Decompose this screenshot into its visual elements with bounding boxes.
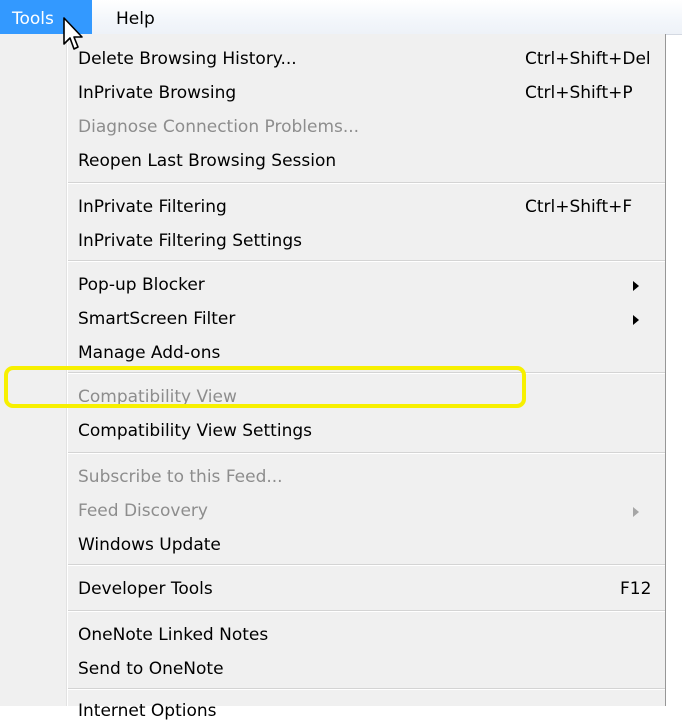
- menu-item-delete-browsing-history[interactable]: Delete Browsing History... Ctrl+Shift+De…: [0, 42, 665, 76]
- menu-separator: [68, 452, 665, 454]
- submenu-arrow-icon: [633, 281, 639, 291]
- menu-item-label: Pop-up Blocker: [78, 275, 205, 295]
- menu-item-windows-update[interactable]: Windows Update: [0, 528, 665, 562]
- menu-item-send-to-onenote[interactable]: Send to OneNote: [0, 652, 665, 686]
- menu-item-label: InPrivate Filtering: [78, 197, 227, 217]
- menu-separator: [68, 610, 665, 612]
- menu-item-feed-discovery: Feed Discovery: [0, 494, 665, 528]
- menu-item-shortcut: Ctrl+Shift+F: [525, 197, 633, 217]
- menu-separator: [68, 260, 665, 262]
- menu-item-label: Developer Tools: [78, 579, 213, 599]
- menu-item-label: Compatibility View Settings: [78, 421, 312, 441]
- menu-item-label: InPrivate Filtering Settings: [78, 231, 302, 251]
- menu-item-label: Send to OneNote: [78, 659, 224, 679]
- menu-item-reopen-last-browsing-session[interactable]: Reopen Last Browsing Session: [0, 144, 665, 178]
- menu-item-label: Subscribe to this Feed...: [78, 467, 283, 487]
- menu-item-label: OneNote Linked Notes: [78, 625, 269, 645]
- menu-item-popup-blocker[interactable]: Pop-up Blocker: [0, 268, 665, 302]
- menu-help[interactable]: Help: [106, 0, 165, 34]
- submenu-arrow-icon: [633, 507, 639, 517]
- menu-separator: [68, 182, 665, 184]
- menu-item-shortcut: F12: [620, 579, 652, 599]
- menu-item-smartscreen-filter[interactable]: SmartScreen Filter: [0, 302, 665, 336]
- menu-item-label: InPrivate Browsing: [78, 83, 237, 103]
- menu-item-label: SmartScreen Filter: [78, 309, 236, 329]
- menu-item-label: Feed Discovery: [78, 501, 208, 521]
- menu-separator: [68, 688, 665, 690]
- menu-item-label: Internet Options: [78, 701, 217, 721]
- menu-item-inprivate-browsing[interactable]: InPrivate Browsing Ctrl+Shift+P: [0, 76, 665, 110]
- menu-item-label: Delete Browsing History...: [78, 49, 297, 69]
- menu-item-shortcut: Ctrl+Shift+P: [525, 83, 633, 103]
- menu-item-developer-tools[interactable]: Developer Tools F12: [0, 572, 665, 606]
- highlight-annotation: [4, 366, 526, 408]
- menu-item-shortcut: Ctrl+Shift+Del: [525, 49, 651, 69]
- menu-item-inprivate-filtering-settings[interactable]: InPrivate Filtering Settings: [0, 224, 665, 258]
- mouse-pointer-icon: [63, 17, 83, 50]
- submenu-arrow-icon: [633, 315, 639, 325]
- menu-item-label: Windows Update: [78, 535, 221, 555]
- menu-item-diagnose-connection-problems: Diagnose Connection Problems...: [0, 110, 665, 144]
- menu-item-compatibility-view-settings[interactable]: Compatibility View Settings: [0, 414, 665, 448]
- menu-item-manage-add-ons[interactable]: Manage Add-ons: [0, 336, 665, 370]
- menu-item-label: Diagnose Connection Problems...: [78, 117, 360, 137]
- menu-bar: Tools Help: [0, 0, 682, 35]
- menu-item-label: Reopen Last Browsing Session: [78, 151, 337, 171]
- menu-item-onenote-linked-notes[interactable]: OneNote Linked Notes: [0, 618, 665, 652]
- menu-item-internet-options[interactable]: Internet Options: [0, 694, 665, 728]
- menu-separator: [68, 564, 665, 566]
- menu-item-subscribe-to-this-feed: Subscribe to this Feed...: [0, 460, 665, 494]
- menu-item-label: Manage Add-ons: [78, 343, 221, 363]
- menu-item-inprivate-filtering[interactable]: InPrivate Filtering Ctrl+Shift+F: [0, 190, 665, 224]
